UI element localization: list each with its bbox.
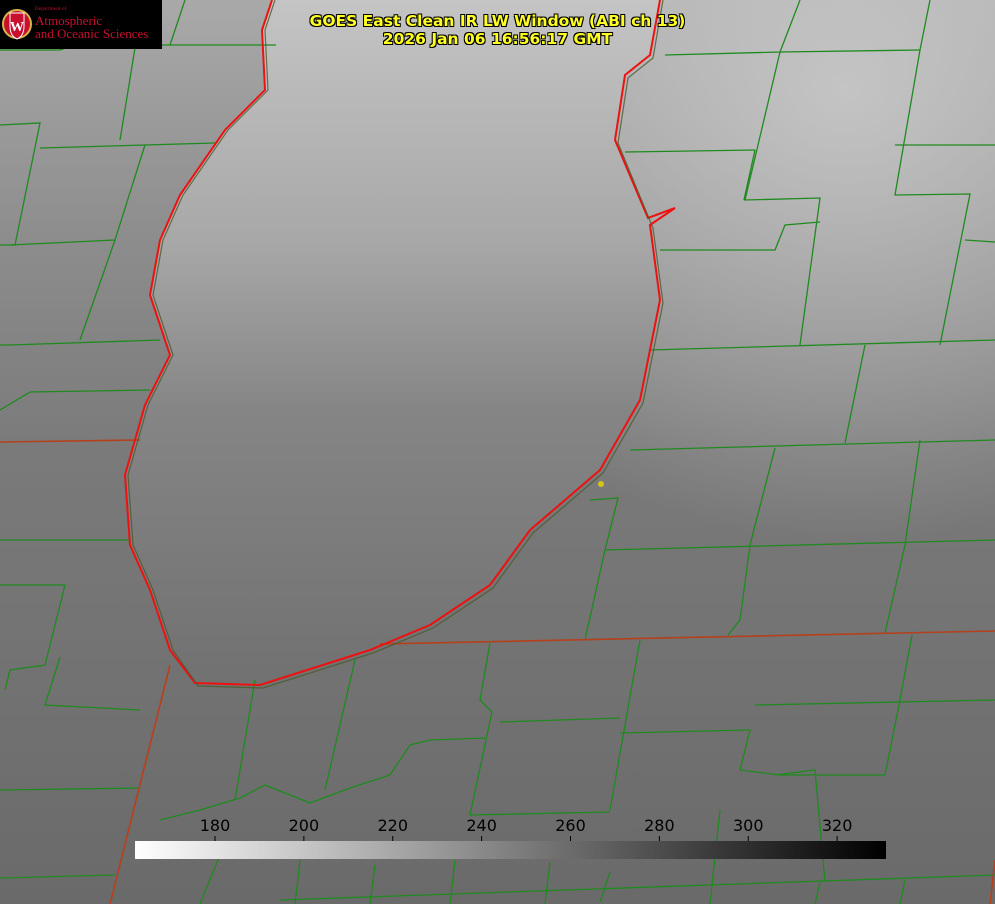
satellite-map[interactable]: 180 200 220 240 260 280 300 320 bbox=[0, 0, 995, 904]
image-timestamp: 2026 Jan 06 16:56:17 GMT bbox=[382, 30, 613, 48]
colorbar-tick-label: 260 bbox=[555, 816, 586, 835]
colorbar-tick-label: 200 bbox=[289, 816, 320, 835]
colorbar-tick-label: 240 bbox=[466, 816, 497, 835]
colorbar-gradient bbox=[135, 841, 886, 859]
image-title: GOES East Clean IR LW Window (ABI ch 13) bbox=[309, 12, 686, 30]
location-marker bbox=[598, 481, 604, 487]
colorbar-tick-label: 180 bbox=[200, 816, 231, 835]
colorbar-tick-label: 320 bbox=[822, 816, 853, 835]
colorbar-tick-label: 300 bbox=[733, 816, 764, 835]
colorbar-tick-label: 220 bbox=[377, 816, 408, 835]
colorbar-tick-label: 280 bbox=[644, 816, 675, 835]
